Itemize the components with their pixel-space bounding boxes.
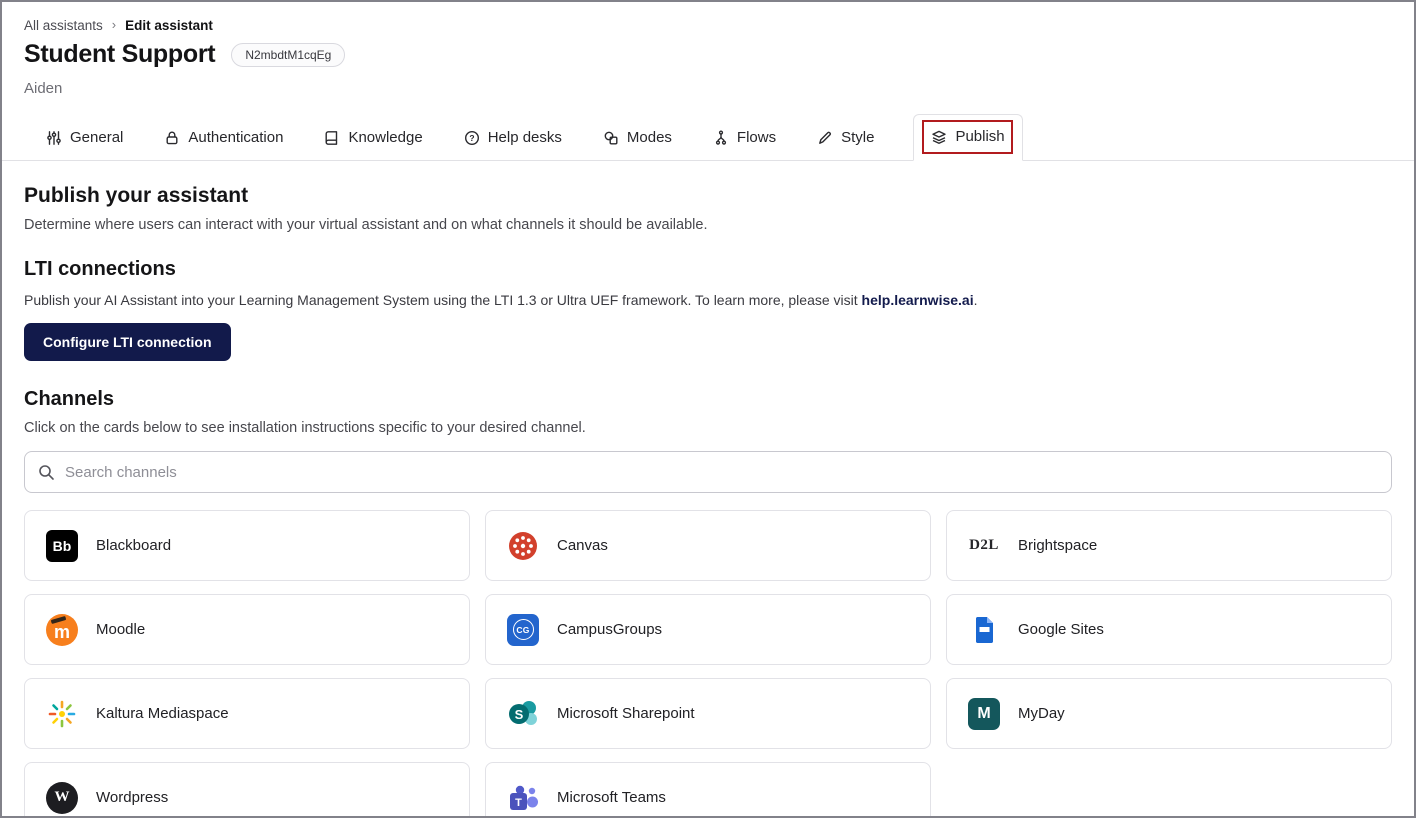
lti-description-text: Publish your AI Assistant into your Lear…: [24, 292, 862, 308]
channel-card-campusgroups[interactable]: CG CampusGroups: [485, 594, 931, 665]
svg-text:S: S: [515, 707, 524, 722]
blackboard-icon: Bb: [45, 529, 79, 563]
title-row: Student Support N2mbdtM1cqEg: [2, 33, 1414, 69]
chevron-right-icon: ›: [112, 17, 116, 32]
shapes-icon: [603, 130, 619, 146]
channel-label: Kaltura Mediaspace: [96, 705, 229, 722]
tab-label: Flows: [737, 129, 776, 146]
edit-assistant-page: All assistants › Edit assistant Student …: [0, 0, 1416, 818]
tab-general[interactable]: General: [44, 116, 125, 160]
canvas-icon: [506, 529, 540, 563]
tab-label: Modes: [627, 129, 672, 146]
channel-card-google-sites[interactable]: Google Sites: [946, 594, 1392, 665]
tab-flows[interactable]: Flows: [711, 116, 778, 160]
help-circle-icon: ?: [464, 130, 480, 146]
channels-grid: Bb Blackboard Canvas D2L Brightspace m M…: [24, 510, 1392, 818]
channel-label: Wordpress: [96, 789, 168, 806]
tab-bar: General Authentication Knowledge ? Help …: [2, 114, 1414, 161]
tab-label: Help desks: [488, 129, 562, 146]
google-sites-icon: [967, 613, 1001, 647]
channels-heading: Channels: [24, 388, 1392, 411]
tab-label: Publish: [955, 128, 1004, 145]
book-icon: [324, 130, 340, 146]
tab-label: Authentication: [188, 129, 283, 146]
breadcrumb: All assistants › Edit assistant: [2, 2, 1414, 33]
search-icon: [38, 464, 55, 481]
breadcrumb-edit-assistant: Edit assistant: [125, 18, 213, 33]
search-input[interactable]: [65, 464, 1378, 481]
wordpress-icon: W: [45, 781, 79, 815]
tab-label: Knowledge: [348, 129, 422, 146]
publish-tab-content: Publish your assistant Determine where u…: [2, 184, 1414, 818]
channel-card-kaltura[interactable]: Kaltura Mediaspace: [24, 678, 470, 749]
publish-heading: Publish your assistant: [24, 184, 1392, 208]
channels-description: Click on the cards below to see installa…: [24, 420, 1392, 436]
sharepoint-icon: S: [506, 697, 540, 731]
channel-label: Microsoft Teams: [557, 789, 666, 806]
svg-text:T: T: [515, 797, 522, 809]
tab-knowledge[interactable]: Knowledge: [322, 116, 424, 160]
channel-card-canvas[interactable]: Canvas: [485, 510, 931, 581]
help-learnwise-link[interactable]: help.learnwise.ai: [862, 292, 974, 308]
channel-search-box: [24, 451, 1392, 493]
channel-card-teams[interactable]: T Microsoft Teams: [485, 762, 931, 818]
brightspace-d2l-icon: D2L: [967, 529, 1001, 563]
channel-card-blackboard[interactable]: Bb Blackboard: [24, 510, 470, 581]
channel-card-brightspace[interactable]: D2L Brightspace: [946, 510, 1392, 581]
tab-label: Style: [841, 129, 874, 146]
channel-label: Blackboard: [96, 537, 171, 554]
channel-label: Canvas: [557, 537, 608, 554]
tab-style[interactable]: Style: [815, 116, 876, 160]
microsoft-teams-icon: T: [506, 781, 540, 815]
channel-card-moodle[interactable]: m Moodle: [24, 594, 470, 665]
channel-label: CampusGroups: [557, 621, 662, 638]
sliders-icon: [46, 130, 62, 146]
flow-branch-icon: [713, 130, 729, 146]
lti-description: Publish your AI Assistant into your Lear…: [24, 292, 1392, 308]
pen-icon: [817, 130, 833, 146]
channel-label: Google Sites: [1018, 621, 1104, 638]
channel-label: Microsoft Sharepoint: [557, 705, 695, 722]
page-title: Student Support: [24, 40, 215, 69]
publish-description: Determine where users can interact with …: [24, 217, 1392, 233]
lock-icon: [164, 130, 180, 146]
campusgroups-icon: CG: [506, 613, 540, 647]
channel-card-sharepoint[interactable]: S Microsoft Sharepoint: [485, 678, 931, 749]
channel-label: Brightspace: [1018, 537, 1097, 554]
assistant-subtitle: Aiden: [2, 69, 1414, 97]
breadcrumb-all-assistants[interactable]: All assistants: [24, 18, 103, 33]
tab-modes[interactable]: Modes: [601, 116, 674, 160]
channel-label: MyDay: [1018, 705, 1065, 722]
assistant-id-badge: N2mbdtM1cqEg: [231, 43, 345, 67]
tab-help-desks[interactable]: ? Help desks: [462, 116, 564, 160]
moodle-icon: m: [45, 613, 79, 647]
kaltura-sun-icon: [45, 697, 79, 731]
svg-text:?: ?: [469, 133, 474, 143]
lti-heading: LTI connections: [24, 258, 1392, 281]
layers-icon: [931, 129, 947, 145]
channel-card-wordpress[interactable]: W Wordpress: [24, 762, 470, 818]
channel-card-myday[interactable]: M MyDay: [946, 678, 1392, 749]
tab-authentication[interactable]: Authentication: [162, 116, 285, 160]
tab-publish[interactable]: Publish: [913, 114, 1022, 161]
lti-description-suffix: .: [974, 292, 978, 308]
tab-label: General: [70, 129, 123, 146]
myday-icon: M: [967, 697, 1001, 731]
configure-lti-button[interactable]: Configure LTI connection: [24, 323, 231, 361]
channel-label: Moodle: [96, 621, 145, 638]
